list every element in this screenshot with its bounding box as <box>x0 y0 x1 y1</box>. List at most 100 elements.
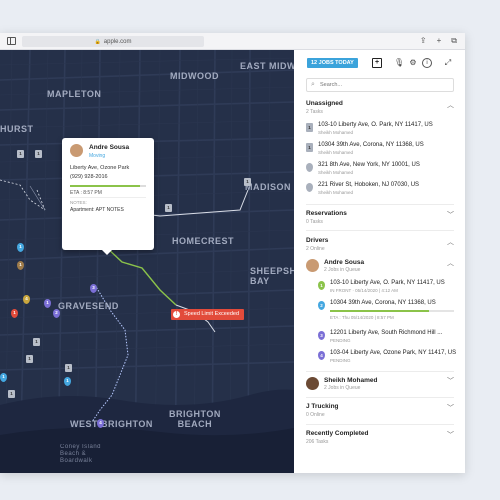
add-icon[interactable]: + <box>372 58 382 68</box>
lock-icon: 🔒 <box>94 38 101 45</box>
map-tag-marker[interactable]: 1 <box>33 338 40 346</box>
chevron-up-icon[interactable]: ︿ <box>447 258 454 268</box>
list-item[interactable]: 1 10304 39th Ave, Corona, NY 11368, US S… <box>306 142 454 158</box>
location-pin-icon: 1 <box>318 281 325 290</box>
list-item[interactable]: 321 8th Ave, New York, NY 10001, US Shei… <box>306 162 454 178</box>
task-address: 321 8th Ave, New York, NY 10001, US <box>318 162 420 168</box>
section-drivers[interactable]: Drivers 2 Online ︿ <box>306 237 454 257</box>
chevron-down-icon[interactable]: ﹀ <box>447 376 454 386</box>
section-count: 206 Tasks <box>306 439 329 445</box>
list-item[interactable]: 221 River St, Hoboken, NJ 07030, US Shei… <box>306 182 454 198</box>
driver-name: Sheikh Mohamed <box>324 377 378 384</box>
task-address: 103-10 Liberty Ave, O. Park, NY 11417, U… <box>318 122 433 128</box>
location-pin-icon <box>306 163 313 172</box>
section-count: 0 Tasks <box>306 219 323 225</box>
map-label-brighton-beach: BRIGHTON BEACH <box>169 409 221 429</box>
map-tag-marker[interactable]: 1 <box>17 150 24 158</box>
tabs-icon[interactable]: ⧉ <box>451 36 457 46</box>
search-icon: ⌕ <box>311 81 315 88</box>
location-pin-icon: 4 <box>318 351 325 360</box>
map-tag-marker[interactable]: 1 <box>26 355 33 363</box>
job-address: 12201 Liberty Ave, South Richmond Hill .… <box>330 330 443 336</box>
map-tag-marker[interactable]: 1 <box>165 204 172 212</box>
map-tag-marker[interactable]: 1 <box>244 178 251 186</box>
chevron-down-icon[interactable]: ﹀ <box>447 403 454 413</box>
url-text: apple.com <box>103 38 132 45</box>
browser-toolbar: 🔒 apple.com ⇪ + ⧉ <box>0 33 465 50</box>
section-unassigned[interactable]: Unassigned 2 Tasks ︿ <box>306 100 454 120</box>
map-view[interactable]: MIDWOOD EAST MIDWOOD MAPLETON MADISON HO… <box>0 50 294 473</box>
section-count: 2 Tasks <box>306 109 323 115</box>
plus-icon[interactable]: + <box>437 36 442 46</box>
search-field[interactable]: ⌕ <box>306 78 454 92</box>
speed-alert[interactable]: ! Speed Limit Exceeded <box>171 309 245 320</box>
alert-icon: ! <box>173 311 180 318</box>
info-icon[interactable]: i <box>422 58 432 68</box>
share-icon[interactable]: ⇪ <box>420 36 427 46</box>
task-address: 221 River St, Hoboken, NJ 07030, US <box>318 182 420 188</box>
task-marker-icon: 1 <box>306 123 313 132</box>
driver-name: Andre Sousa <box>324 259 365 266</box>
job-progress-fill <box>330 310 430 312</box>
map-label-west-brighton: WEST BRIGHTON <box>70 419 153 429</box>
job-address: 10304 39th Ave, Corona, NY 11368, US <box>330 300 436 306</box>
driver-row[interactable]: Sheikh Mohamed 2 Jobs in Queue ﹀ <box>306 376 454 394</box>
expand-icon[interactable]: ⤢ <box>443 58 453 68</box>
popup-divider <box>70 197 146 198</box>
map-tag-marker[interactable]: 1 <box>65 364 72 372</box>
driver-queue: 2 Jobs in Queue <box>324 267 361 273</box>
driver-queue: 2 Jobs in Queue <box>324 385 361 391</box>
task-marker-icon: 1 <box>306 143 313 152</box>
chevron-down-icon[interactable]: ﹀ <box>447 430 454 440</box>
map-tag-marker[interactable]: 1 <box>35 150 42 158</box>
jobs-today-badge[interactable]: 12 JOBS TODAY <box>307 58 358 68</box>
gear-icon[interactable]: ⚙ <box>408 58 418 68</box>
location-pin-icon <box>306 183 313 192</box>
chevron-down-icon[interactable]: ﹀ <box>447 210 454 220</box>
chevron-up-icon[interactable]: ︿ <box>447 100 454 110</box>
section-recently-completed[interactable]: Recently Completed 206 Tasks ﹀ <box>306 430 454 450</box>
section-title: J Trucking <box>306 403 339 410</box>
map-tag-marker[interactable]: 1 <box>8 390 15 398</box>
task-address: 10304 39th Ave, Corona, NY 11368, US <box>318 142 424 148</box>
section-title: Reservations <box>306 210 347 217</box>
popup-eta: ETA : 8:57 PM <box>70 190 102 196</box>
job-address: 103-04 Liberty Ave, Ozone Park, NY 11417… <box>330 350 457 356</box>
browser-actions: ⇪ + ⧉ <box>420 36 457 46</box>
map-label-hurst: HURST <box>0 124 34 134</box>
divider <box>306 204 454 205</box>
sidebar-toggle-icon[interactable] <box>7 37 16 45</box>
job-item[interactable]: 2 10304 39th Ave, Corona, NY 11368, US <box>318 300 454 316</box>
section-title: Unassigned <box>306 100 343 107</box>
driver-row[interactable]: Andre Sousa 2 Jobs in Queue ︿ <box>306 258 454 276</box>
map-canvas <box>0 50 294 473</box>
popup-phone: (929) 928-2016 <box>70 174 108 180</box>
divider <box>306 397 454 398</box>
map-label-homecrest: HOMECREST <box>172 236 235 246</box>
job-item[interactable]: 1 103-10 Liberty Ave, O. Park, NY 11417,… <box>318 280 454 296</box>
list-item[interactable]: 1 103-10 Liberty Ave, O. Park, NY 11417,… <box>306 122 454 138</box>
popup-progress-bar <box>70 185 146 187</box>
section-title: Recently Completed <box>306 430 369 437</box>
job-item[interactable]: 4 103-04 Liberty Ave, Ozone Park, NY 114… <box>318 350 457 366</box>
popup-driver-name: Andre Sousa <box>89 144 130 151</box>
panel-header: 12 JOBS TODAY + 🎙 ⚙ i ⤢ <box>294 50 465 72</box>
section-j-trucking[interactable]: J Trucking 0 Online ﹀ <box>306 403 454 423</box>
speed-alert-text: Speed Limit Exceeded <box>184 311 240 317</box>
job-address: 103-10 Liberty Ave, O. Park, NY 11417, U… <box>330 280 445 286</box>
job-status: IN FRONT · 05/14/2020 | 4:12 AM <box>330 288 398 293</box>
task-assignee: Sheikh Mohamed <box>318 190 354 195</box>
chevron-up-icon[interactable]: ︿ <box>447 237 454 247</box>
section-count: 2 Online <box>306 246 325 252</box>
section-reservations[interactable]: Reservations 0 Tasks ﹀ <box>306 210 454 230</box>
divider <box>306 424 454 425</box>
job-item[interactable]: 3 12201 Liberty Ave, South Richmond Hill… <box>318 330 454 346</box>
job-status: PENDING <box>330 358 351 363</box>
search-input[interactable] <box>320 80 450 90</box>
section-title: Drivers <box>306 237 329 244</box>
task-assignee: Sheikh Mohamed <box>318 170 354 175</box>
job-status: PENDING <box>330 338 351 343</box>
address-bar[interactable]: 🔒 apple.com <box>22 36 204 47</box>
mic-icon[interactable]: 🎙 <box>394 58 404 68</box>
driver-popup[interactable]: Andre Sousa Moving Liberty Ave, Ozone Pa… <box>62 138 154 255</box>
